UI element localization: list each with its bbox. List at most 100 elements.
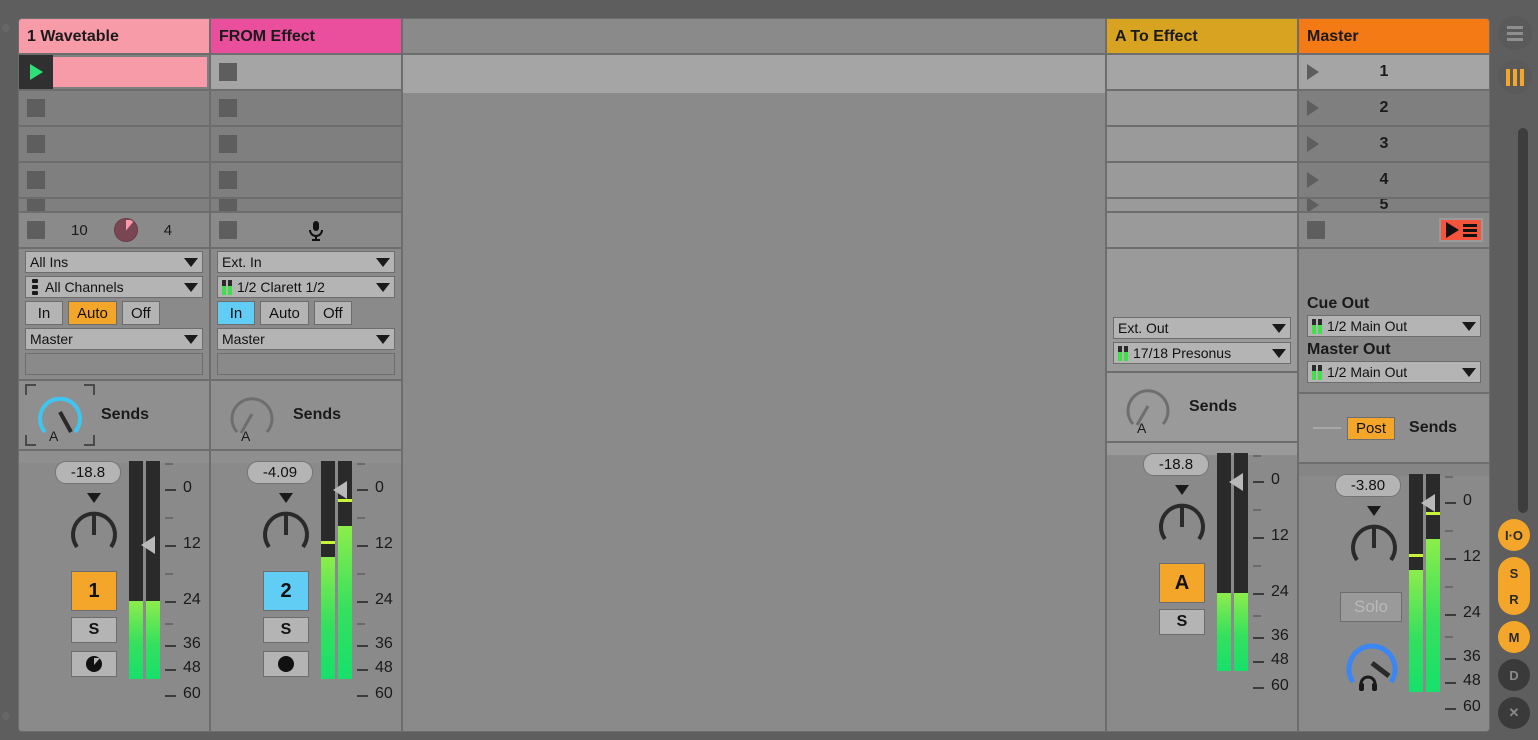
monitor-in-button[interactable]: In [25,301,63,325]
bars-button[interactable] [1498,60,1532,94]
monitor-in-button[interactable]: In [217,301,255,325]
scene-row[interactable]: 2 [1299,91,1489,127]
stop-all-button[interactable] [219,221,237,239]
clip-slot[interactable] [19,91,209,127]
scene-row[interactable]: 1 [1299,55,1489,91]
cue-out-dropdown[interactable]: 1/2 Main Out [1307,315,1481,337]
track-title-1[interactable]: 1 Wavetable [19,19,209,55]
master-out-dropdown[interactable]: 1/2 Main Out [1307,361,1481,383]
crossfade-knob-icon[interactable] [113,218,138,242]
monitor-auto-button[interactable]: Auto [260,301,309,325]
volume-value-1[interactable]: -18.8 [55,461,121,484]
input-type-dropdown-2[interactable]: Ext. In [217,251,395,273]
delay-toggle-button[interactable]: D [1498,659,1530,691]
pan-knob-1[interactable] [66,493,122,557]
solo-button-2[interactable]: S [263,617,309,643]
return-track-letter[interactable]: A [1159,563,1205,603]
master-volume-fader-handle[interactable] [1421,494,1435,512]
scene-launch-icon[interactable] [1307,64,1319,80]
scene-launch-icon[interactable] [1307,172,1319,188]
return-pan-knob[interactable] [1154,485,1210,549]
cue-volume-knob[interactable] [1341,632,1403,694]
stop-button[interactable] [219,171,237,189]
stop-button[interactable] [219,135,237,153]
stop-button[interactable] [27,99,45,117]
volume-fader-handle-1[interactable] [141,536,155,554]
send-a-knob[interactable]: A [25,384,95,446]
return-volume-fader-handle[interactable] [1229,473,1243,491]
sends-post-button[interactable]: Post [1347,416,1396,440]
scene-row[interactable]: 4 [1299,163,1489,199]
input-channel-dropdown-1[interactable]: All Channels [25,276,203,298]
control-left-number[interactable]: 10 [71,222,88,239]
clip[interactable] [53,57,207,87]
clip-slot[interactable] [19,127,209,163]
solo-button-1[interactable]: S [71,617,117,643]
master-pan-knob[interactable] [1346,506,1402,570]
stop-button[interactable] [27,199,45,211]
list-icon [1462,223,1477,237]
close-toggle-button[interactable]: ✕ [1498,697,1530,729]
stop-button[interactable] [219,199,237,211]
output-type-dropdown-1[interactable]: Master [25,328,203,350]
clip-play-button[interactable] [19,55,53,89]
control-right-number[interactable]: 4 [164,222,172,239]
arm-button-1[interactable] [71,651,117,677]
output-channel-dropdown-1[interactable] [25,353,203,375]
volume-value-2[interactable]: -4.09 [247,461,313,484]
channel-icon [30,279,40,295]
scale-label: 12 [183,535,201,552]
stop-button[interactable] [27,135,45,153]
clip-slot[interactable] [19,163,209,199]
scene-launch-icon[interactable] [1307,136,1319,152]
track-title-2[interactable]: FROM Effect [211,19,401,55]
track-number-2[interactable]: 2 [263,571,309,611]
monitor-off-button[interactable]: Off [121,301,160,325]
stop-button[interactable] [219,63,237,81]
cue-out-title: Cue Out [1307,295,1370,312]
monitor-auto-button[interactable]: Auto [68,301,117,325]
master-title[interactable]: Master [1299,19,1489,55]
stop-all-clips-button[interactable] [1307,221,1325,239]
input-type-dropdown-1[interactable]: All Ins [25,251,203,273]
clip-slot[interactable] [211,55,401,91]
scene-row[interactable]: 3 [1299,127,1489,163]
return-output-type-dropdown[interactable]: Ext. Out [1113,317,1291,339]
return-track-title[interactable]: A To Effect [1107,19,1297,55]
return-solo-button[interactable]: S [1159,609,1205,635]
input-channel-dropdown-2[interactable]: 1/2 Clarett 1/2 [217,276,395,298]
stop-button[interactable] [27,171,45,189]
output-type-dropdown-2[interactable]: Master [217,328,395,350]
pan-knob-2[interactable] [258,493,314,557]
clip-slot[interactable] [19,199,209,213]
volume-fader-handle-2[interactable] [333,481,347,499]
master-solo-button[interactable]: Solo [1340,592,1402,622]
stop-button[interactable] [219,99,237,117]
track-number-1[interactable]: 1 [71,571,117,611]
arm-button-2[interactable] [263,651,309,677]
scene-launch-icon[interactable] [1307,199,1319,211]
output-channel-dropdown-2[interactable] [217,353,395,375]
return-output-channel-dropdown[interactable]: 17/18 Presonus [1113,342,1291,364]
return-volume-value[interactable]: -18.8 [1143,453,1209,476]
master-mixer-section: -3.80 Solo 0 12 24 36 48 60 [1299,464,1489,715]
io-toggle-button[interactable]: I·O [1498,519,1530,551]
send-a-knob[interactable]: A [225,388,279,444]
scale-label: 36 [1463,648,1481,665]
clip-slot[interactable] [211,91,401,127]
mixer-toggle-button[interactable]: M [1498,621,1530,653]
clip-slot[interactable] [211,199,401,213]
master-volume-value[interactable]: -3.80 [1335,474,1401,497]
stop-all-button[interactable] [27,221,45,239]
clip-slot[interactable] [19,55,209,91]
return-send-a-knob[interactable]: A [1121,380,1175,436]
scene-launch-icon[interactable] [1307,100,1319,116]
returns-toggle-button[interactable]: R [1498,583,1530,615]
clip-slot[interactable] [211,127,401,163]
scene-launch-button[interactable] [1439,218,1483,242]
menu-button[interactable] [1498,16,1532,50]
vertical-scrollbar[interactable] [1518,128,1528,513]
scene-row[interactable]: 5 [1299,199,1489,213]
monitor-off-button[interactable]: Off [313,301,352,325]
clip-slot[interactable] [211,163,401,199]
